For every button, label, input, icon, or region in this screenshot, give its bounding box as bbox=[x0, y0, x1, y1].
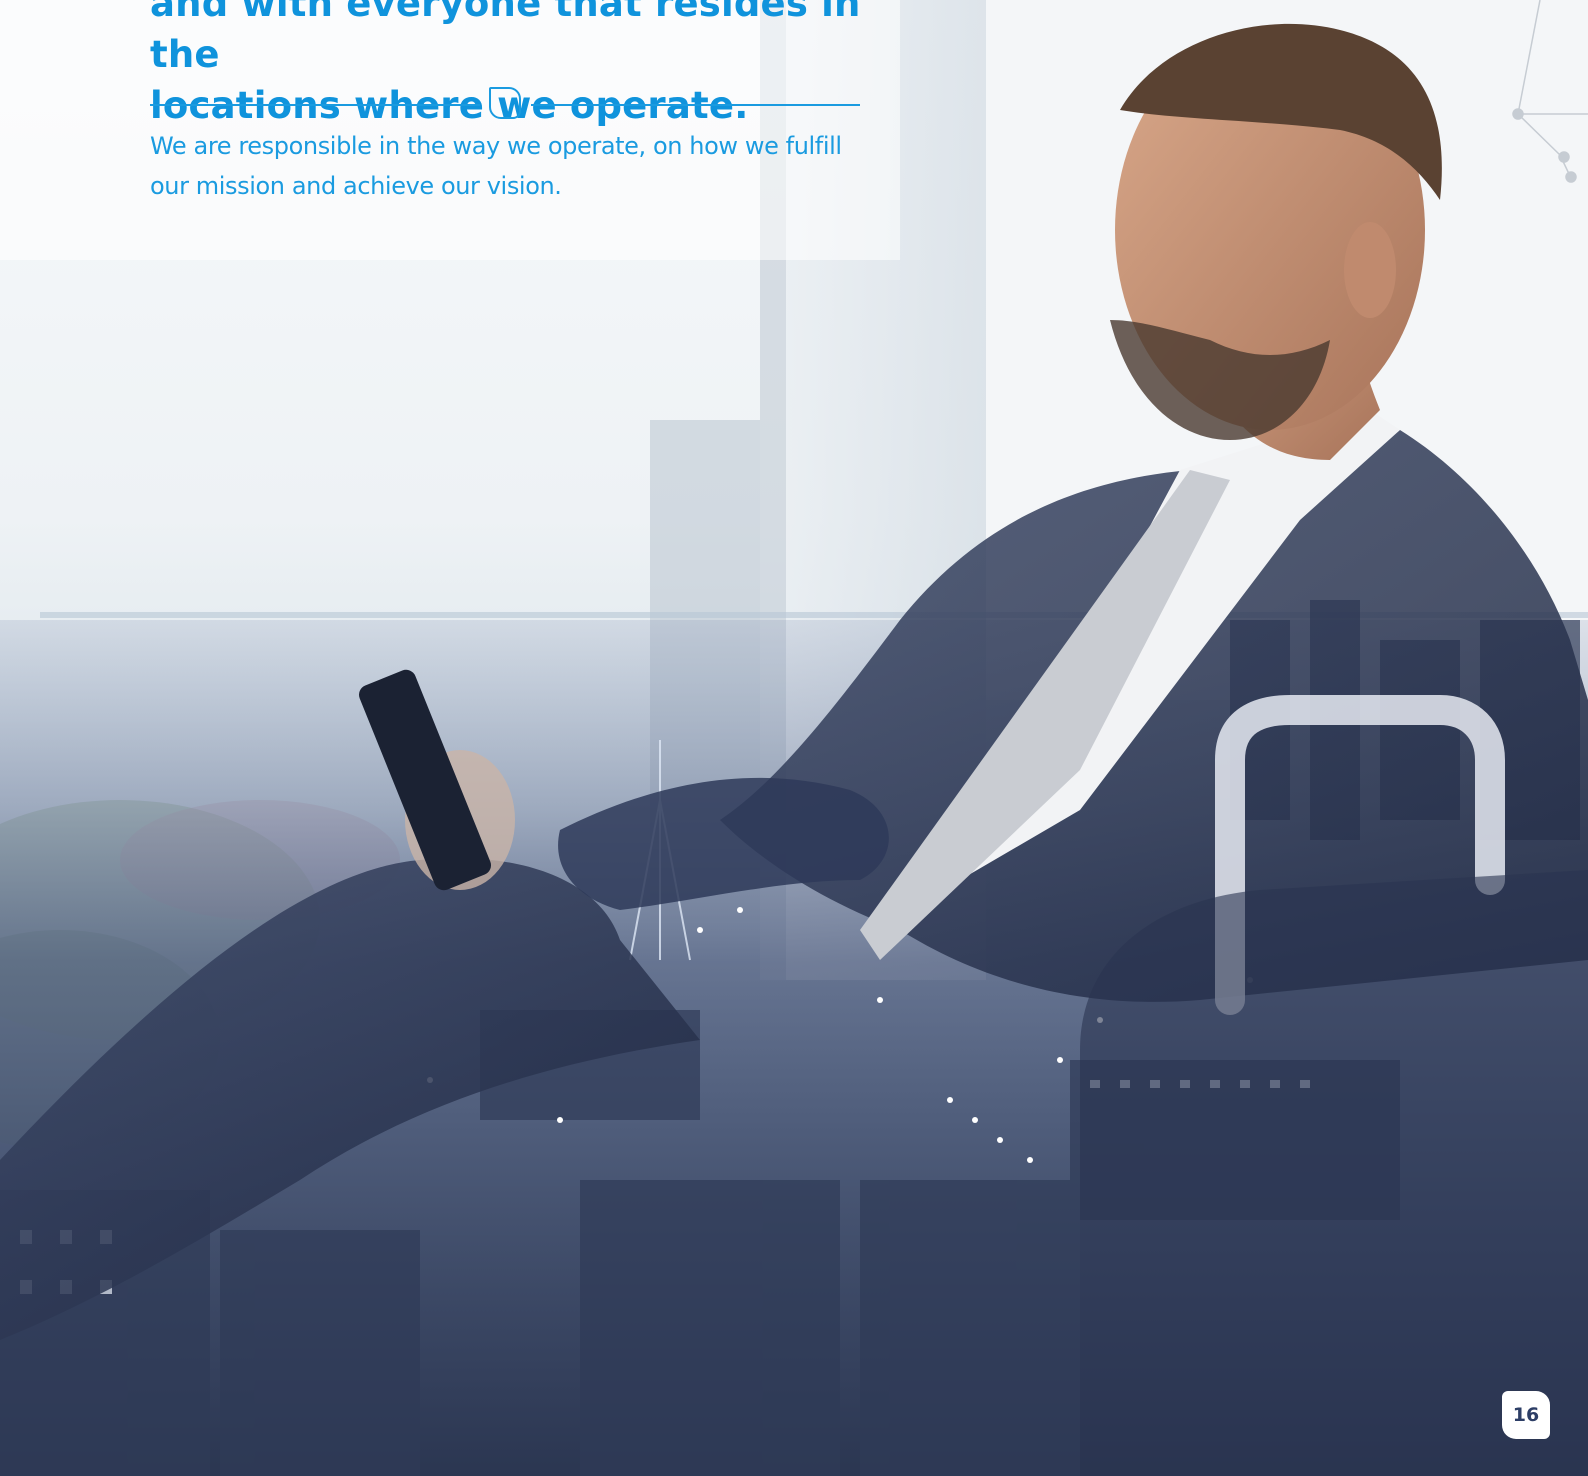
page-number-badge: 16 bbox=[1502, 1391, 1550, 1439]
heading-line-1: and with everyone that resides in the bbox=[150, 0, 861, 76]
divider-line-right bbox=[531, 104, 860, 106]
speech-bubble-icon bbox=[489, 87, 521, 119]
hero-photo bbox=[0, 0, 1588, 1476]
divider-line-left bbox=[150, 104, 480, 106]
section-divider bbox=[150, 86, 860, 122]
body-paragraph: We are responsible in the way we operate… bbox=[150, 132, 842, 200]
